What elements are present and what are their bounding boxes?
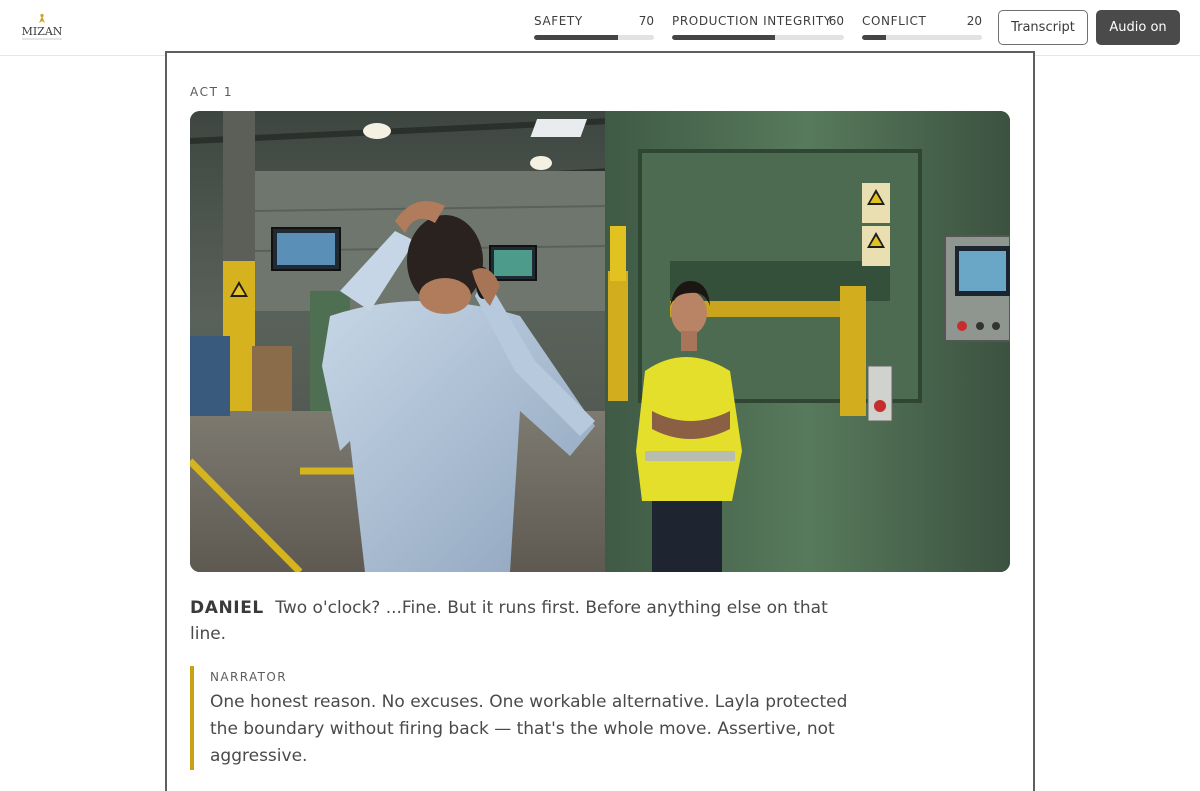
conflict-meter-track bbox=[862, 35, 982, 40]
dialogue-line: DANIEL Two o'clock? ...Fine. But it runs… bbox=[190, 595, 850, 647]
factory-floor-illustration bbox=[190, 111, 1010, 572]
safety-meter-label: SAFETY bbox=[534, 14, 583, 28]
story-panel: ACT 1 DANIEL Two o'clock? ...Fine. But i… bbox=[165, 51, 1035, 791]
narrator-block: NARRATOR One honest reason. No excuses. … bbox=[190, 666, 870, 770]
production-integrity-meter-label: PRODUCTION INTEGRITY bbox=[672, 14, 832, 28]
narrator-label: NARRATOR bbox=[210, 670, 287, 684]
transcript-button[interactable]: Transcript bbox=[998, 10, 1088, 45]
scene-illustration bbox=[190, 111, 1010, 572]
speaker-name: DANIEL bbox=[190, 598, 264, 618]
svg-text:MIZAN: MIZAN bbox=[22, 25, 63, 38]
dialogue-text: Two o'clock? ...Fine. But it runs first.… bbox=[190, 598, 828, 644]
safety-meter-track bbox=[534, 35, 654, 40]
production-integrity-meter: PRODUCTION INTEGRITY 60 bbox=[672, 14, 844, 44]
narrator-text: One honest reason. No excuses. One worka… bbox=[210, 692, 848, 766]
production-integrity-meter-fill bbox=[672, 35, 776, 40]
conflict-meter-fill bbox=[862, 35, 886, 40]
safety-meter-fill bbox=[534, 35, 618, 40]
top-bar: MIZAN SAFETY 70 PRODUCTION INTEGRITY 60 … bbox=[0, 0, 1200, 56]
conflict-meter: CONFLICT 20 bbox=[862, 14, 982, 44]
mizan-logo: MIZAN bbox=[22, 13, 63, 40]
audio-toggle-button[interactable]: Audio on bbox=[1096, 10, 1180, 45]
safety-meter-value: 70 bbox=[638, 14, 654, 28]
safety-meter: SAFETY 70 bbox=[534, 14, 654, 44]
production-integrity-meter-track bbox=[672, 35, 844, 40]
act-label: ACT 1 bbox=[190, 85, 234, 99]
conflict-meter-label: CONFLICT bbox=[862, 14, 927, 28]
conflict-meter-value: 20 bbox=[966, 14, 982, 28]
production-integrity-meter-value: 60 bbox=[828, 14, 844, 28]
